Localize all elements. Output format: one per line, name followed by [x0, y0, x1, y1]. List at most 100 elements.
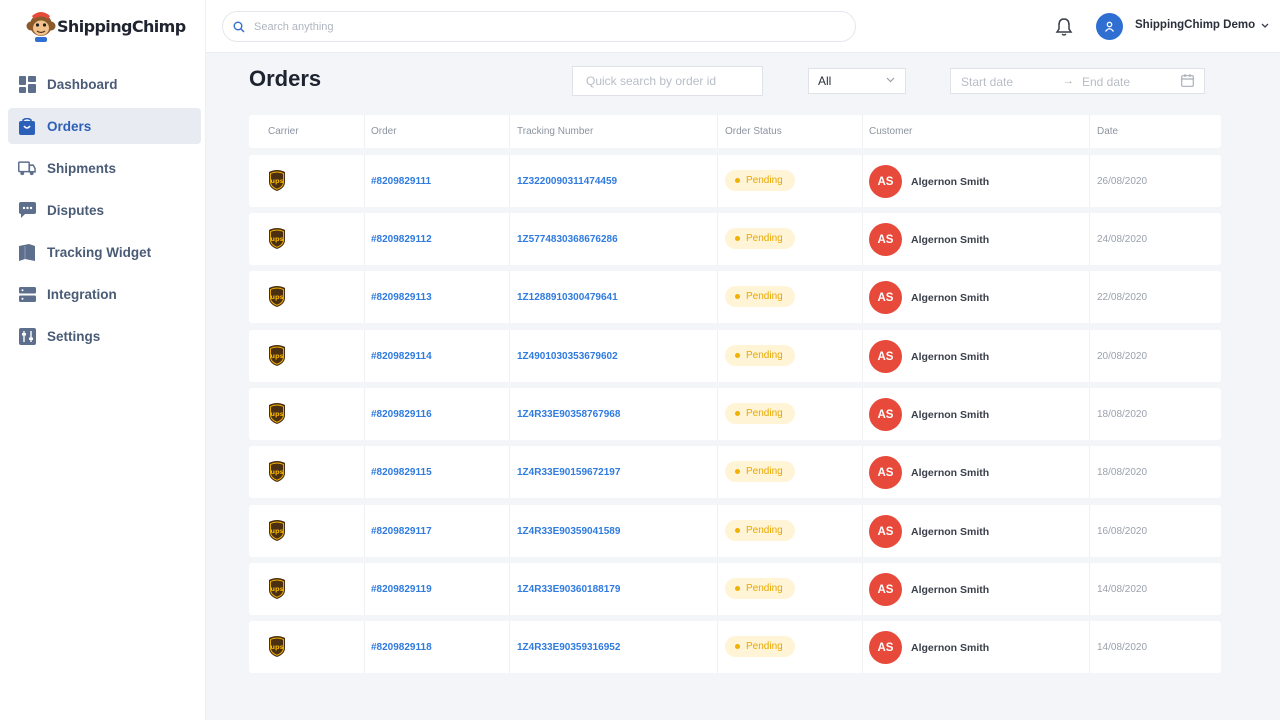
column-divider: [1089, 388, 1090, 440]
sidebar-item-dashboard[interactable]: Dashboard: [8, 66, 201, 102]
order-id-search-input[interactable]: [572, 66, 763, 96]
order-date: 18/08/2020: [1097, 467, 1148, 478]
column-divider: [862, 388, 863, 440]
table-row[interactable]: ups #8209829115 1Z4R33E90159672197 Pending A…: [249, 446, 1221, 498]
status-dot-icon: [735, 528, 740, 533]
sidebar-item-label: Disputes: [47, 202, 105, 218]
table-row[interactable]: ups #8209829119 1Z4R33E90360188179 Pending A…: [249, 563, 1221, 615]
tracking-link[interactable]: 1Z3220090311474459: [517, 176, 617, 187]
app-logo[interactable]: ShippingChimp: [26, 8, 186, 44]
order-link[interactable]: #8209829118: [371, 642, 432, 653]
table-row[interactable]: ups #8209829114 1Z4901030353679602 Pending A…: [249, 330, 1221, 382]
column-header-status[interactable]: Order Status: [725, 126, 782, 137]
status-dot-icon: [735, 236, 740, 241]
column-divider: [717, 621, 718, 673]
ups-logo-icon: ups: [268, 285, 286, 307]
column-divider: [509, 446, 510, 498]
search-input[interactable]: [254, 20, 814, 33]
monkey-logo-icon: [26, 12, 56, 42]
order-link[interactable]: #8209829119: [371, 584, 432, 595]
order-link[interactable]: #8209829117: [371, 526, 432, 537]
calendar-icon[interactable]: [1181, 74, 1194, 87]
tracking-link[interactable]: 1Z4R33E90159672197: [517, 467, 620, 478]
order-date: 20/08/2020: [1097, 351, 1148, 362]
svg-text:ups: ups: [270, 585, 283, 593]
table-row[interactable]: ups #8209829113 1Z1288910300479641 Pending A…: [249, 271, 1221, 323]
column-divider: [1089, 213, 1090, 265]
svg-text:ups: ups: [270, 643, 283, 651]
global-search[interactable]: [222, 11, 856, 42]
user-avatar[interactable]: [1096, 13, 1123, 40]
ups-logo-icon: ups: [268, 344, 286, 366]
search-icon: [233, 21, 245, 32]
tracking-link[interactable]: 1Z4R33E90360188179: [517, 584, 620, 595]
app-name: ShippingChimp: [57, 16, 186, 36]
svg-text:ups: ups: [270, 468, 283, 476]
tracking-link[interactable]: 1Z4R33E90358767968: [517, 409, 620, 420]
column-divider: [1089, 115, 1090, 148]
table-row[interactable]: ups #8209829111 1Z3220090311474459 Pending A…: [249, 155, 1221, 207]
column-header-customer[interactable]: Customer: [869, 126, 912, 137]
order-link[interactable]: #8209829116: [371, 409, 432, 420]
sidebar-item-label: Settings: [47, 328, 101, 344]
table-row[interactable]: ups #8209829117 1Z4R33E90359041589 Pending A…: [249, 505, 1221, 557]
tracking-link[interactable]: 1Z1288910300479641: [517, 292, 618, 303]
user-menu[interactable]: ShippingChimp Demo: [1135, 19, 1269, 31]
arrow-right-icon: →: [1063, 75, 1074, 87]
customer-name: Algernon Smith: [911, 467, 990, 479]
tracking-link[interactable]: 1Z4R33E90359041589: [517, 526, 620, 537]
order-link[interactable]: #8209829111: [371, 176, 431, 187]
column-header-carrier[interactable]: Carrier: [268, 126, 299, 137]
tracking-link[interactable]: 1Z5774830368676286: [517, 234, 618, 245]
status-dot-icon: [735, 353, 740, 358]
widget-icon: [18, 243, 36, 261]
column-divider: [364, 563, 365, 615]
table-row[interactable]: ups #8209829116 1Z4R33E90358767968 Pending A…: [249, 388, 1221, 440]
column-divider: [509, 388, 510, 440]
column-header-date[interactable]: Date: [1097, 126, 1118, 137]
status-filter-select[interactable]: All: [808, 68, 906, 94]
table-row[interactable]: ups #8209829112 1Z5774830368676286 Pending A…: [249, 213, 1221, 265]
column-divider: [717, 271, 718, 323]
status-filter-value: All: [818, 74, 832, 88]
column-divider: [717, 330, 718, 382]
tracking-link[interactable]: 1Z4R33E90359316952: [517, 642, 620, 653]
order-link[interactable]: #8209829112: [371, 234, 432, 245]
column-divider: [364, 213, 365, 265]
column-divider: [509, 563, 510, 615]
column-header-tracking[interactable]: Tracking Number: [517, 126, 593, 137]
column-header-order[interactable]: Order: [371, 126, 397, 137]
start-date-field[interactable]: Start date: [961, 75, 1013, 89]
tracking-link[interactable]: 1Z4901030353679602: [517, 351, 618, 362]
column-divider: [509, 115, 510, 148]
notification-bell-icon[interactable]: [1054, 17, 1074, 37]
sidebar-item-settings[interactable]: Settings: [8, 318, 201, 354]
column-divider: [509, 155, 510, 207]
column-divider: [862, 446, 863, 498]
sidebar-item-tracking-widget[interactable]: Tracking Widget: [8, 234, 201, 270]
end-date-field[interactable]: End date: [1082, 75, 1130, 89]
column-divider: [717, 446, 718, 498]
column-divider: [1089, 155, 1090, 207]
sidebar-item-orders[interactable]: Orders: [8, 108, 201, 144]
customer-name: Algernon Smith: [911, 526, 990, 538]
svg-text:ups: ups: [270, 527, 283, 535]
ups-logo-icon: ups: [268, 227, 286, 249]
sidebar-item-disputes[interactable]: Disputes: [8, 192, 201, 228]
column-divider: [1089, 271, 1090, 323]
sidebar-item-shipments[interactable]: Shipments: [8, 150, 201, 186]
column-divider: [862, 563, 863, 615]
sidebar-item-label: Dashboard: [47, 76, 118, 92]
status-badge: Pending: [725, 228, 795, 249]
svg-text:ups: ups: [270, 177, 283, 185]
order-link[interactable]: #8209829115: [371, 467, 432, 478]
date-range-picker[interactable]: Start date → End date: [950, 68, 1205, 94]
sidebar-item-integration[interactable]: Integration: [8, 276, 201, 312]
sidebar-item-label: Tracking Widget: [47, 244, 152, 260]
ups-logo-icon: ups: [268, 519, 286, 541]
order-link[interactable]: #8209829114: [371, 351, 432, 362]
status-text: Pending: [746, 641, 783, 652]
table-row[interactable]: ups #8209829118 1Z4R33E90359316952 Pending A…: [249, 621, 1221, 673]
customer-name: Algernon Smith: [911, 584, 990, 596]
order-link[interactable]: #8209829113: [371, 292, 432, 303]
